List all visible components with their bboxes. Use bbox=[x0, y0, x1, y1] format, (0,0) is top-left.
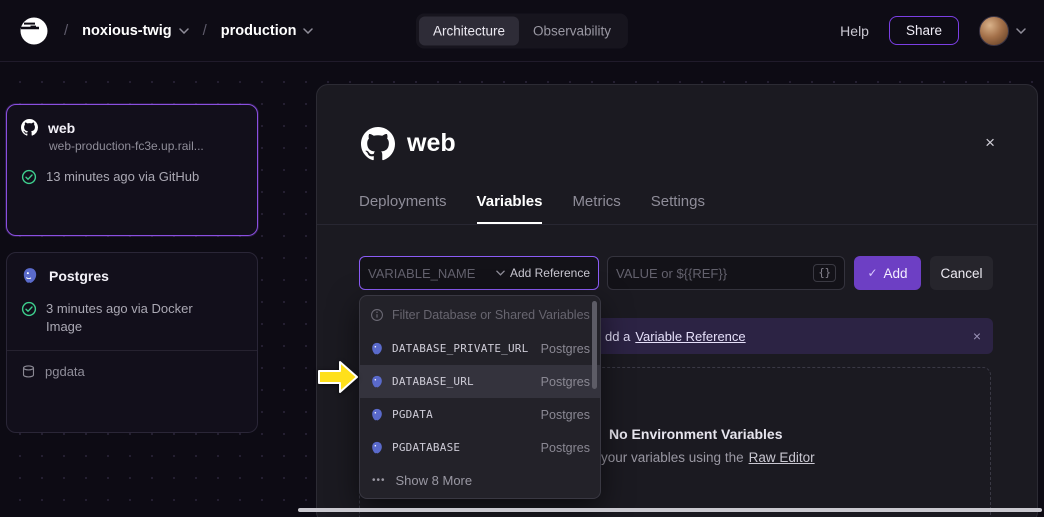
tab-architecture[interactable]: Architecture bbox=[419, 16, 519, 45]
variable-reference-dropdown: DATABASE_PRIVATE_URL Postgres DATABASE_U… bbox=[359, 295, 601, 499]
tab-deployments[interactable]: Deployments bbox=[359, 193, 447, 224]
empty-state-title: No Environment Variables bbox=[609, 426, 783, 442]
deploy-status-text: 3 minutes ago via Docker Image bbox=[46, 300, 226, 336]
service-card-web[interactable]: web web-production-fc3e.up.rail... 13 mi… bbox=[6, 104, 258, 236]
account-menu[interactable] bbox=[979, 16, 1026, 46]
service-name: Postgres bbox=[49, 268, 109, 284]
top-navbar: / noxious-twig / production Architecture… bbox=[0, 0, 1044, 62]
show-more-label: Show 8 More bbox=[396, 473, 473, 488]
postgres-icon bbox=[370, 441, 384, 455]
navbar-right: Help Share bbox=[840, 16, 1026, 46]
chevron-down-icon bbox=[303, 28, 313, 34]
dropdown-item-database-url[interactable]: DATABASE_URL Postgres bbox=[360, 365, 600, 398]
add-reference-button[interactable]: Add Reference bbox=[496, 266, 590, 280]
card-divider bbox=[7, 350, 257, 351]
highlight-arrow-icon bbox=[316, 358, 360, 396]
close-icon[interactable]: × bbox=[985, 133, 995, 153]
horizontal-scrollbar[interactable] bbox=[298, 508, 1042, 512]
avatar[interactable] bbox=[979, 16, 1009, 46]
ellipsis-icon: ••• bbox=[372, 475, 386, 486]
variable-name-field[interactable] bbox=[368, 266, 496, 281]
view-switcher: Architecture Observability bbox=[416, 13, 628, 48]
banner-text: dd a bbox=[605, 329, 630, 344]
show-more-button[interactable]: ••• Show 8 More bbox=[360, 464, 600, 497]
panel-title: web bbox=[407, 129, 456, 158]
dropdown-item-pgdatabase[interactable]: PGDATABASE Postgres bbox=[360, 431, 600, 464]
add-reference-label: Add Reference bbox=[510, 266, 590, 280]
volume-disk-icon bbox=[21, 364, 36, 379]
tabs-divider bbox=[317, 224, 1037, 225]
help-link[interactable]: Help bbox=[840, 23, 869, 39]
info-icon bbox=[370, 308, 384, 322]
postgres-icon bbox=[21, 267, 39, 285]
variable-source: Postgres bbox=[541, 342, 590, 356]
variable-name: DATABASE_PRIVATE_URL bbox=[392, 342, 533, 355]
postgres-icon bbox=[370, 375, 384, 389]
breadcrumb-project[interactable]: noxious-twig bbox=[82, 23, 188, 39]
empty-state-subtitle: your variables using the Raw Editor bbox=[601, 450, 815, 465]
variable-name: PGDATABASE bbox=[392, 441, 533, 454]
github-icon bbox=[361, 127, 395, 166]
service-card-postgres[interactable]: Postgres 3 minutes ago via Docker Image … bbox=[6, 252, 258, 433]
service-domain: web-production-fc3e.up.rail... bbox=[49, 139, 243, 153]
card-header: Postgres bbox=[21, 267, 243, 285]
chevron-down-icon bbox=[1016, 28, 1026, 34]
success-check-icon bbox=[21, 169, 37, 185]
cancel-button[interactable]: Cancel bbox=[930, 256, 993, 290]
breadcrumb-separator: / bbox=[64, 22, 68, 39]
chevron-down-icon bbox=[496, 270, 505, 276]
empty-state-subtitle-text: your variables using the bbox=[601, 450, 744, 465]
postgres-icon bbox=[370, 408, 384, 422]
add-variable-button[interactable]: ✓ Add bbox=[854, 256, 921, 290]
variable-reference-link[interactable]: Variable Reference bbox=[635, 329, 745, 344]
app-window: / noxious-twig / production Architecture… bbox=[0, 0, 1044, 517]
variable-value-input[interactable]: {} bbox=[607, 256, 845, 290]
tab-metrics[interactable]: Metrics bbox=[572, 193, 620, 224]
chevron-down-icon bbox=[179, 28, 189, 34]
variable-source: Postgres bbox=[541, 408, 590, 422]
panel-tabs: Deployments Variables Metrics Settings bbox=[359, 193, 705, 224]
braces-icon[interactable]: {} bbox=[813, 264, 836, 282]
service-name: web bbox=[48, 120, 75, 136]
variable-name: DATABASE_URL bbox=[392, 375, 533, 388]
add-button-label: Add bbox=[884, 266, 908, 281]
deploy-status-text: 13 minutes ago via GitHub bbox=[46, 168, 199, 186]
check-icon: ✓ bbox=[867, 266, 877, 280]
variable-source: Postgres bbox=[541, 441, 590, 455]
project-name: noxious-twig bbox=[82, 23, 171, 39]
volume-name: pgdata bbox=[45, 364, 85, 379]
dropdown-filter-field[interactable] bbox=[392, 308, 590, 322]
tab-settings[interactable]: Settings bbox=[651, 193, 705, 224]
dropdown-filter[interactable] bbox=[360, 297, 600, 332]
banner-close-icon[interactable]: × bbox=[973, 328, 993, 344]
success-check-icon bbox=[21, 301, 37, 317]
tab-variables[interactable]: Variables bbox=[477, 193, 543, 224]
variable-name-input[interactable]: Add Reference bbox=[359, 256, 599, 290]
environment-name: production bbox=[221, 23, 297, 39]
variable-value-field[interactable] bbox=[616, 266, 813, 281]
postgres-icon bbox=[370, 342, 384, 356]
card-header: web bbox=[21, 119, 243, 136]
railway-logo-icon[interactable] bbox=[18, 15, 50, 47]
volume-row[interactable]: pgdata bbox=[21, 364, 243, 379]
breadcrumb-separator: / bbox=[203, 22, 207, 39]
service-detail-panel: web × Deployments Variables Metrics Sett… bbox=[316, 84, 1038, 517]
dropdown-item-pgdata[interactable]: PGDATA Postgres bbox=[360, 398, 600, 431]
tab-observability[interactable]: Observability bbox=[519, 16, 625, 45]
variable-source: Postgres bbox=[541, 375, 590, 389]
github-icon bbox=[21, 119, 38, 136]
share-button[interactable]: Share bbox=[889, 16, 959, 45]
breadcrumb-environment[interactable]: production bbox=[221, 23, 314, 39]
dropdown-item-database-private-url[interactable]: DATABASE_PRIVATE_URL Postgres bbox=[360, 332, 600, 365]
raw-editor-link[interactable]: Raw Editor bbox=[749, 450, 815, 465]
deploy-status: 13 minutes ago via GitHub bbox=[21, 168, 243, 186]
dropdown-scrollbar[interactable] bbox=[592, 301, 597, 389]
variable-name: PGDATA bbox=[392, 408, 533, 421]
deploy-status: 3 minutes ago via Docker Image bbox=[21, 300, 243, 336]
